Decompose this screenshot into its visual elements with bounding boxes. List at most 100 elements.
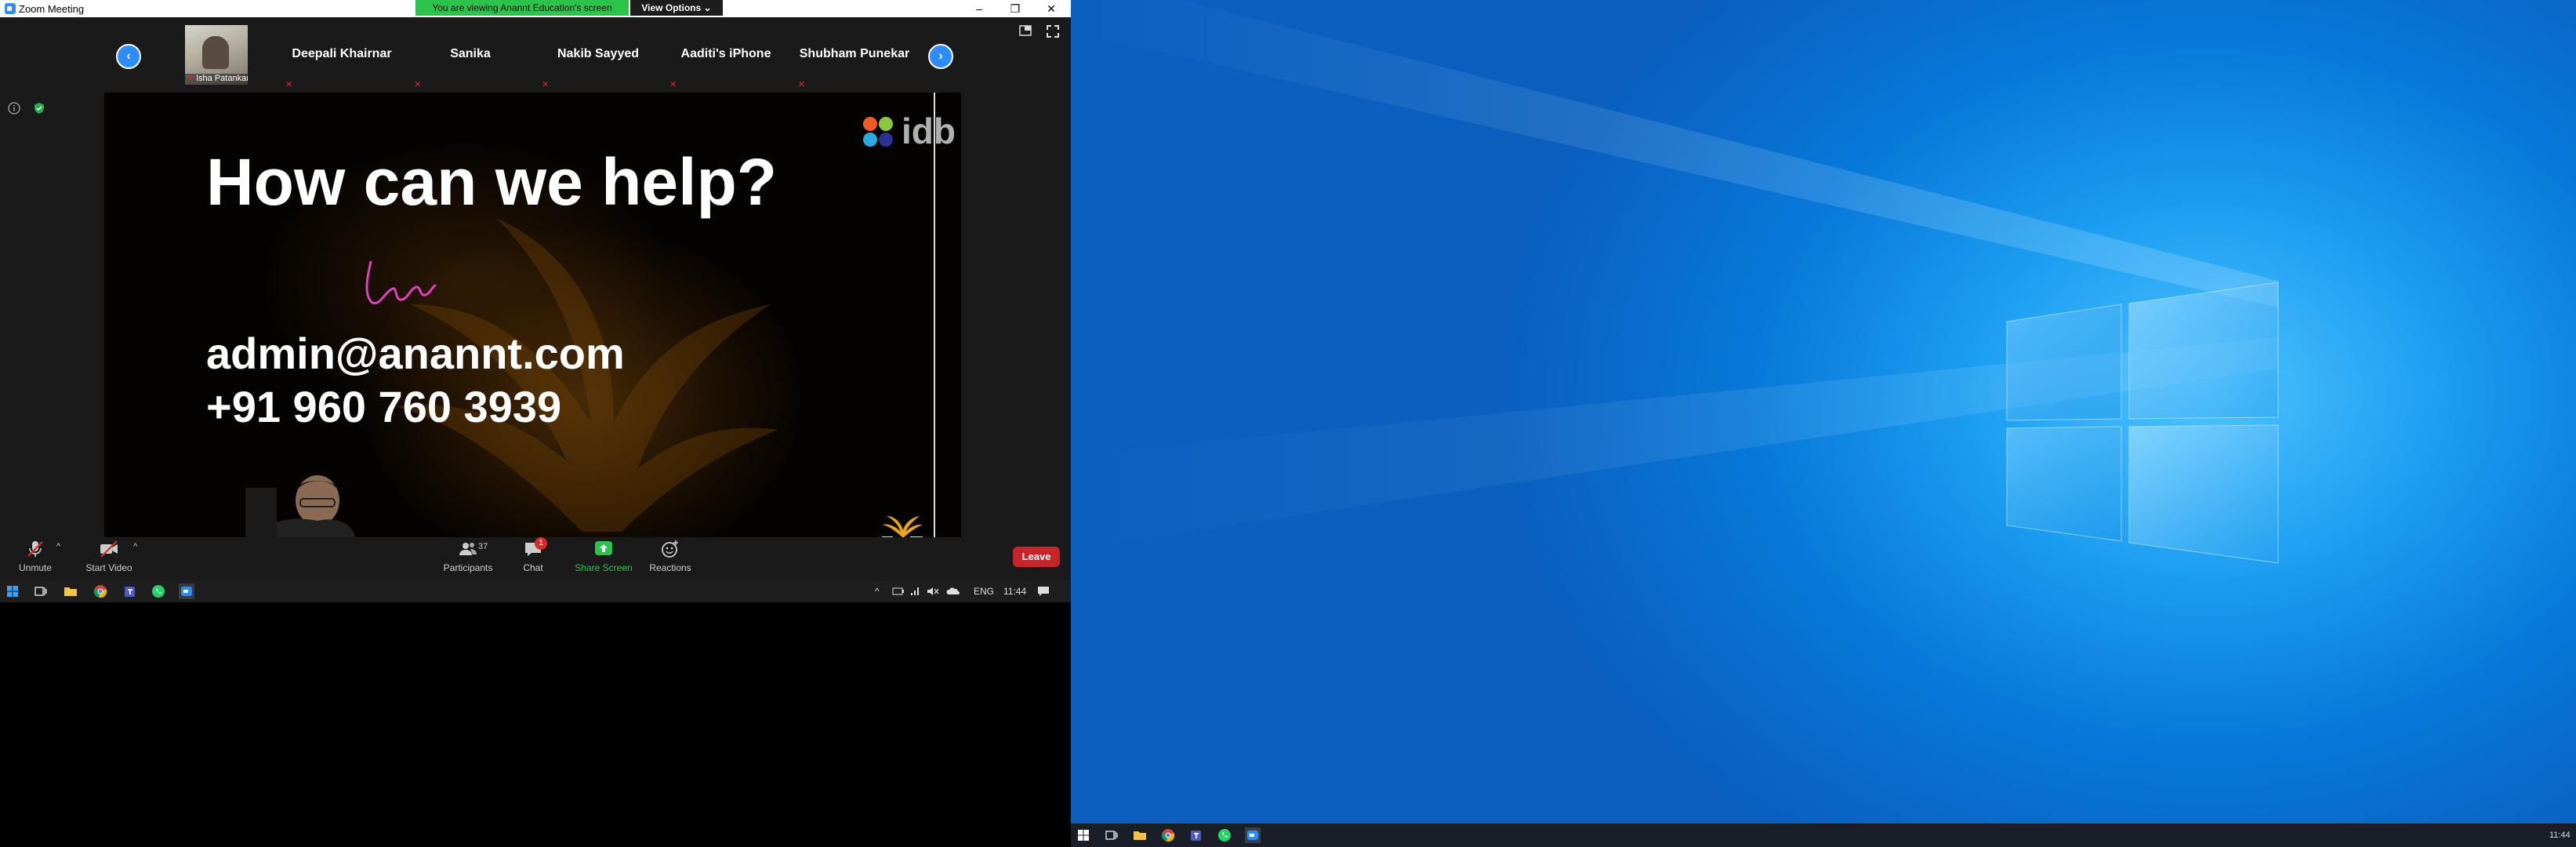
slide-heading: How can we help? [206,145,778,219]
participant-name: Aaditi's iPhone [680,47,771,60]
start-video-button[interactable]: Start Video [82,539,136,576]
viewing-share-banner: You are viewing Anannt Education's scree… [415,0,629,16]
whatsapp-icon[interactable] [1217,827,1232,843]
start-video-label: Start Video [85,562,132,573]
notifications-icon[interactable] [1037,586,1050,597]
task-view-icon[interactable] [1104,827,1119,843]
participant-tile[interactable]: Sanika ✕ [408,24,533,89]
screen: Zoom Meeting You are viewing Anannt Educ… [0,0,2576,847]
idb-logo-icon [863,117,893,147]
chevron-down-icon: ⌄ [703,2,712,13]
view-options-label: View Options [641,2,702,13]
slide-divider [934,93,935,537]
reactions-button[interactable]: Reactions [648,539,693,576]
close-button[interactable]: ✕ [1033,0,1069,17]
file-explorer-icon[interactable] [63,583,78,599]
participant-video [202,36,229,69]
leave-button[interactable]: Leave [1013,547,1060,567]
muted-mic-icon: ✕ [187,75,194,83]
video-options-chevron-icon[interactable]: ^ [133,542,137,551]
previous-page-button[interactable]: ‹ [116,44,141,69]
participant-tile[interactable]: Isha Patankar ✕ [185,25,248,85]
participant-tile[interactable]: Aaditi's iPhone ✕ [663,24,789,89]
participant-name: Isha Patankar [185,74,248,85]
volume-muted-icon[interactable] [927,586,939,597]
zoom-title-bar: Zoom Meeting You are viewing Anannt Educ… [0,0,1071,17]
zoom-icon[interactable] [1245,827,1261,843]
chat-label: Chat [523,562,543,573]
view-layout-icon[interactable] [1019,25,1032,36]
muted-mic-icon: ✕ [798,80,806,89]
view-options-button[interactable]: View Options ⌄ [630,0,723,16]
start-icon[interactable] [1076,827,1091,843]
teams-icon[interactable] [122,583,138,599]
restore-button[interactable]: ❐ [997,0,1033,17]
slide-email: admin@anannt.com [206,329,625,378]
next-page-button[interactable]: › [928,44,953,69]
chat-badge: 1 [535,537,547,550]
participants-label: Participants [443,562,493,573]
participants-button[interactable]: 37 Participants [442,539,494,576]
share-screen-button[interactable]: Share Screen [572,539,635,576]
participant-tile[interactable]: Deepali Khairnar ✕ [279,24,405,89]
chevron-left-icon: ‹ [126,49,131,63]
minimize-button[interactable]: – [961,0,997,17]
encryption-shield-icon[interactable] [33,102,45,115]
participant-strip: ‹ Isha Patankar ✕ Deepali Khairnar ✕ San… [0,17,1071,93]
shared-screen-slide: idb How can we help? admin@anannt.com +9… [104,93,961,537]
muted-mic-icon [27,541,43,557]
battery-icon[interactable] [892,587,905,596]
onedrive-icon[interactable] [945,586,960,597]
show-hidden-icons-icon[interactable]: ^ [875,580,880,602]
participants-count: 37 [478,542,488,551]
clock[interactable]: 11:44 [2549,823,2571,847]
zoom-icon[interactable] [179,583,194,599]
zoom-logo-icon [5,3,16,14]
meeting-toolbar: Unmute ^ Start Video ^ 37 Participants 1… [0,537,1071,580]
file-explorer-icon[interactable] [1132,827,1148,843]
participant-name: Shubham Punekar [799,47,910,60]
share-screen-label: Share Screen [575,562,633,573]
taskbar: ^ ENG 11:44 [0,580,1071,602]
chrome-icon[interactable] [93,583,108,599]
whatsapp-icon[interactable] [151,583,166,599]
chat-button[interactable]: 1 Chat [517,537,549,576]
muted-mic-icon: ✕ [285,80,293,89]
participant-tile[interactable]: Shubham Punekar ✕ [792,24,917,89]
video-off-icon [100,540,118,558]
task-view-icon[interactable] [33,583,49,599]
network-icon[interactable] [909,586,920,597]
windows-wallpaper [1071,0,2279,564]
idb-logo: idb [859,108,956,155]
phoenix-emblem-icon [882,516,923,537]
idb-logo-text: idb [902,111,956,151]
participant-name: Nakib Sayyed [557,47,640,60]
taskbar: 11:44 [1071,823,2576,847]
muted-mic-icon: ✕ [542,80,550,89]
unmute-button[interactable]: Unmute [11,539,60,576]
slide-phone: +91 960 760 3939 [206,382,562,431]
participant-name: Sanika [450,47,491,60]
left-monitor: Zoom Meeting You are viewing Anannt Educ… [0,0,1071,847]
window-title: Zoom Meeting [19,3,85,15]
reactions-label: Reactions [649,562,691,573]
muted-mic-icon: ✕ [669,80,677,89]
right-monitor-desktop: 11:44 [1071,0,2576,847]
language-indicator[interactable]: ENG [974,580,994,602]
participant-tile[interactable]: Nakib Sayyed ✕ [535,24,661,89]
clock[interactable]: 11:44 [1003,580,1026,602]
participants-icon [459,543,477,555]
share-screen-icon [595,541,612,555]
muted-mic-icon: ✕ [414,80,422,89]
teams-icon[interactable] [1188,827,1204,843]
audio-options-chevron-icon[interactable]: ^ [56,542,60,551]
chrome-icon[interactable] [1160,827,1176,843]
fullscreen-icon[interactable] [1047,25,1059,38]
pen-annotation [365,260,437,305]
chevron-right-icon: › [938,49,943,63]
presenter-webcam-overlay [245,464,355,537]
meeting-info-icon[interactable] [8,102,20,115]
zoom-window: Zoom Meeting You are viewing Anannt Educ… [0,0,1071,580]
start-icon[interactable] [5,583,20,599]
reactions-icon [662,540,678,558]
